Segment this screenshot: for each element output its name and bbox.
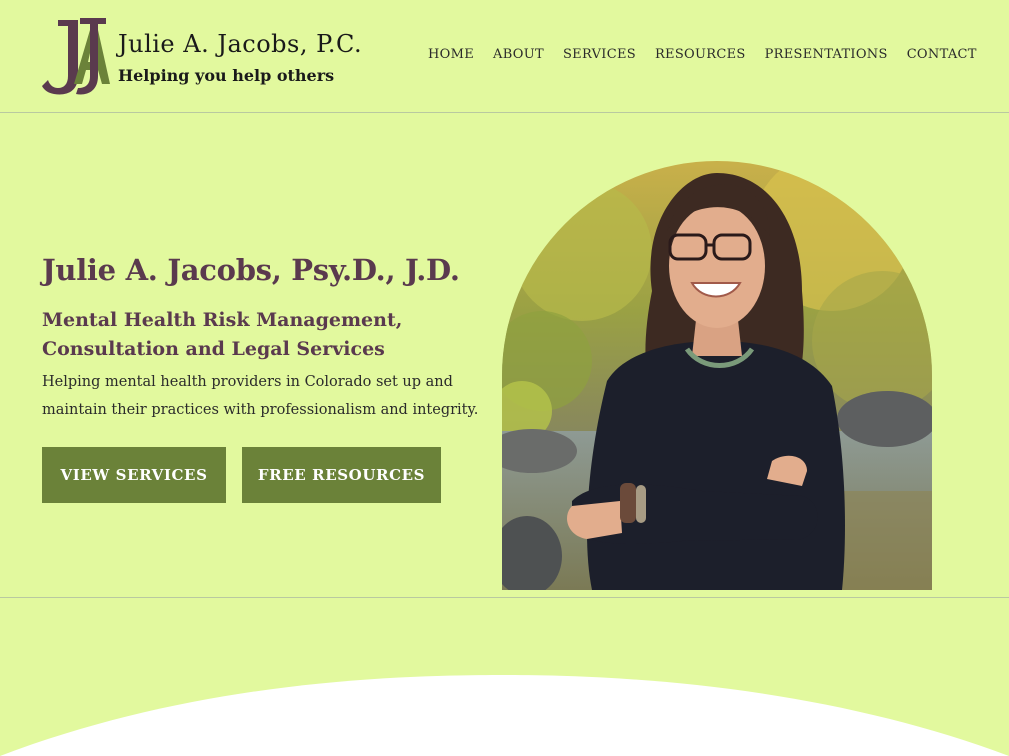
nav-about[interactable]: ABOUT [493,47,544,62]
nav-resources[interactable]: RESOURCES [655,47,746,62]
nav-presentations[interactable]: PRESENTATIONS [765,47,888,62]
section-divider-curve [0,675,1009,756]
brand-tagline: Helping you help others [118,66,335,85]
hero-description: Helping mental health providers in Color… [42,374,479,418]
brand-name[interactable]: Julie A. Jacobs, P.C. [118,30,362,58]
nav-services[interactable]: SERVICES [563,47,636,62]
logo-mark-icon[interactable] [40,14,112,98]
portrait-photo [502,161,932,590]
hero-title: Julie A. Jacobs, Psy.D., J.D. [42,253,460,287]
main-nav: HOME ABOUT SERVICES RESOURCES PRESENTATI… [428,47,996,62]
nav-home[interactable]: HOME [428,47,474,62]
hero-subtitle: Mental Health Risk Management, Consultat… [42,309,403,360]
nav-contact[interactable]: CONTACT [907,47,977,62]
view-services-button[interactable]: VIEW SERVICES [42,447,226,503]
portrait-photo-icon [502,161,932,590]
site-header: Julie A. Jacobs, P.C. Helping you help o… [0,0,1009,113]
hero-section: Julie A. Jacobs, Psy.D., J.D. Mental Hea… [0,113,1009,598]
free-resources-button[interactable]: FREE RESOURCES [242,447,441,503]
